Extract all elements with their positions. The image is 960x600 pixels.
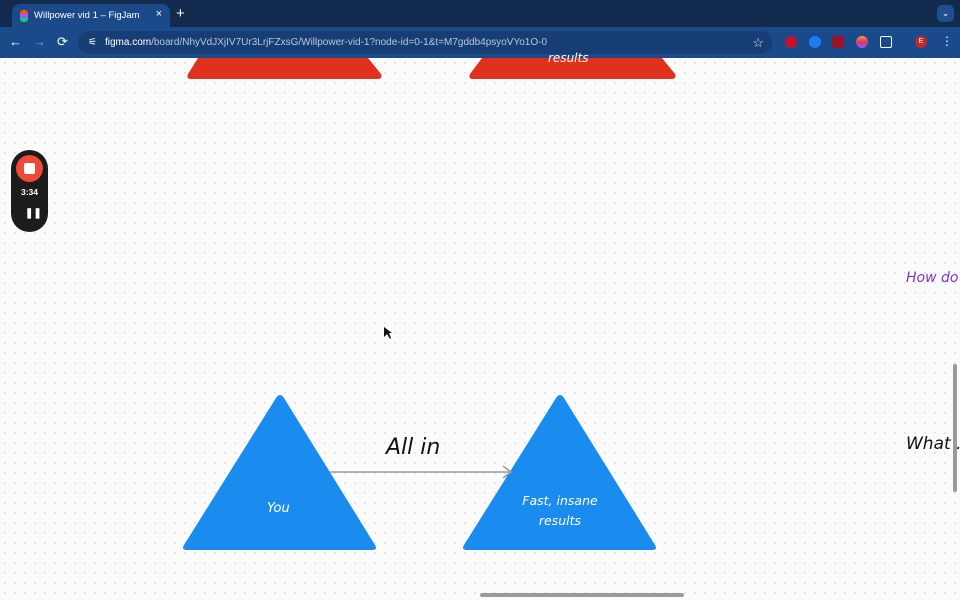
screen-recorder-widget: 3:34 ❚❚ bbox=[11, 150, 48, 232]
vertical-scrollbar[interactable] bbox=[953, 364, 957, 492]
results-line-1: Fast, insane bbox=[522, 493, 598, 508]
horizontal-scrollbar[interactable] bbox=[480, 593, 684, 597]
board-shapes bbox=[183, 58, 676, 550]
pause-icon[interactable]: ❚❚ bbox=[25, 208, 42, 219]
arrow-label[interactable]: All in bbox=[386, 435, 440, 460]
trapezoid-text[interactable]: results bbox=[548, 51, 588, 65]
mouse-cursor-icon bbox=[384, 327, 392, 339]
recording-time: 3:34 bbox=[20, 187, 38, 197]
side-note-what[interactable]: What . bbox=[906, 434, 960, 454]
side-note-how[interactable]: How do bbox=[906, 270, 958, 286]
stop-recording-button[interactable] bbox=[16, 155, 43, 182]
results-line-2: results bbox=[538, 513, 582, 528]
red-trapezoid-left bbox=[187, 58, 382, 79]
triangle-label-you[interactable]: You bbox=[267, 501, 290, 516]
triangle-label-results[interactable]: Fast, insane results bbox=[510, 491, 610, 531]
